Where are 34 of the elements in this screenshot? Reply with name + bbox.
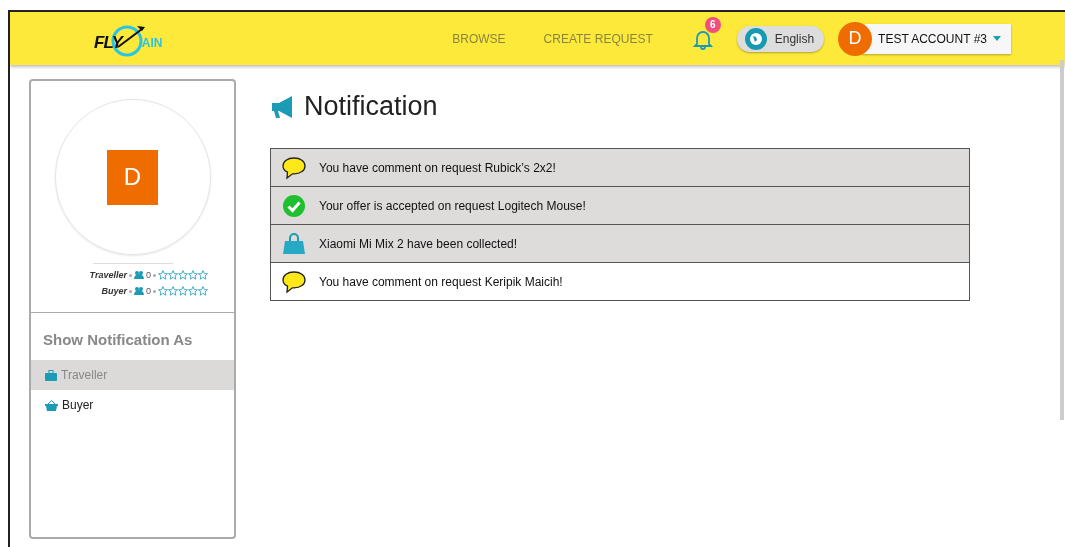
globe-icon bbox=[744, 27, 767, 50]
basket-icon bbox=[45, 399, 58, 411]
users-icon bbox=[134, 287, 144, 295]
separator-dot bbox=[153, 289, 156, 293]
separator-dot bbox=[153, 273, 156, 277]
notification-row[interactable]: You have comment on request Rubick’s 2x2! bbox=[271, 149, 969, 186]
notification-text: You have comment on request Keripik Maicih! bbox=[319, 274, 563, 289]
notification-count-badge: 6 bbox=[704, 16, 721, 33]
notification-text: You have comment on request Rubick’s 2x2! bbox=[319, 160, 556, 175]
language-button[interactable]: English bbox=[736, 25, 825, 52]
separator-dot bbox=[129, 289, 132, 293]
logo-text: AIN bbox=[141, 35, 163, 50]
sidebar-item[interactable]: Buyer bbox=[31, 390, 234, 420]
notification-text: Your offer is accepted on request Logitech Mouse! bbox=[319, 198, 586, 213]
rating-label: Traveller bbox=[89, 270, 127, 280]
notification-text: Xiaomi Mi Mix 2 have been collected! bbox=[319, 236, 518, 251]
speech-bubble-icon bbox=[281, 155, 307, 180]
notification-row[interactable]: Xiaomi Mi Mix 2 have been collected! bbox=[271, 224, 969, 262]
notification-row[interactable]: You have comment on request Keripik Maicih! bbox=[271, 262, 969, 300]
users-icon bbox=[134, 271, 144, 279]
profile-avatar: D bbox=[107, 149, 158, 205]
caret-icon bbox=[993, 36, 1001, 41]
rating-count: 0 bbox=[146, 286, 151, 296]
rating-label: Buyer bbox=[101, 286, 127, 296]
speech-bubble-icon bbox=[281, 269, 307, 294]
separator-dot bbox=[129, 273, 132, 277]
check-circle-icon bbox=[281, 193, 307, 218]
suitcase-icon bbox=[45, 369, 57, 381]
rating-count: 0 bbox=[146, 270, 151, 280]
notification-row[interactable]: Your offer is accepted on request Logitech Mouse! bbox=[271, 186, 969, 224]
section-title: Show Notification As bbox=[43, 331, 194, 348]
shopping-bag-icon bbox=[281, 231, 307, 256]
account-menu-button[interactable]: TEST ACCOUNT #3 bbox=[862, 23, 1011, 54]
page-title: Notification bbox=[304, 91, 438, 122]
